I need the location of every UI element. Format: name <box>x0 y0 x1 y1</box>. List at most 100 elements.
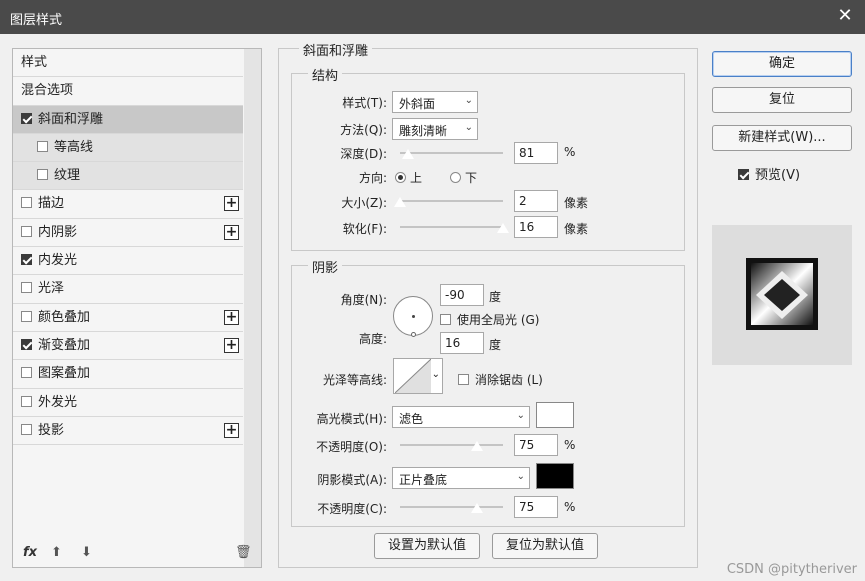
angle-input[interactable]: -90 <box>440 284 484 306</box>
soften-slider-thumb[interactable] <box>496 222 510 234</box>
contour-preview-icon <box>395 359 431 393</box>
section-title: 斜面和浮雕 <box>299 40 373 59</box>
reset-button[interactable]: 复位 <box>712 87 852 113</box>
add-icon[interactable]: + <box>224 337 239 353</box>
chevron-down-icon: ⌄ <box>516 471 525 482</box>
checkbox[interactable] <box>21 197 32 209</box>
highlight-mode-label: 高光模式(H): <box>316 412 387 426</box>
depth-input[interactable]: 81 <box>514 142 558 164</box>
shadow-opacity-thumb[interactable] <box>470 502 485 514</box>
add-icon[interactable]: + <box>224 422 239 438</box>
checkbox[interactable] <box>21 254 32 266</box>
title-bar: 图层样式 ✕ <box>0 0 865 34</box>
shading-title: 阴影 <box>308 257 343 276</box>
gloss-contour-label: 光泽等高线: <box>322 373 387 387</box>
gloss-contour-picker[interactable]: ⌄ <box>393 358 443 394</box>
size-slider-thumb[interactable] <box>393 196 407 208</box>
highlight-opacity-slider[interactable] <box>400 440 503 452</box>
checkbox[interactable] <box>21 225 32 237</box>
sidebar-item[interactable]: 渐变叠加 + <box>13 332 243 361</box>
sidebar-item[interactable]: 图案叠加 <box>13 360 243 389</box>
checkbox-off <box>440 314 451 325</box>
checkbox[interactable] <box>21 282 32 294</box>
preview-label: 预览(V) <box>755 168 801 183</box>
shadow-opacity-slider[interactable] <box>400 502 503 514</box>
altitude-label: 高度: <box>358 332 387 346</box>
ok-button[interactable]: 确定 <box>712 51 852 77</box>
sidebar-item[interactable]: 样式 <box>13 49 243 78</box>
add-icon[interactable]: + <box>224 309 239 325</box>
shadow-mode-value: 正片叠底 <box>399 473 448 487</box>
fx-icon[interactable]: fx <box>23 545 37 560</box>
sidebar-item[interactable]: 颜色叠加 + <box>13 304 243 332</box>
highlight-opacity-input[interactable]: 75 <box>514 434 558 456</box>
direction-label: 方向: <box>358 171 387 185</box>
shadow-mode-label: 阴影模式(A): <box>317 473 387 487</box>
reset-default-button[interactable]: 复位为默认值 <box>492 533 598 559</box>
highlight-opacity-label: 不透明度(O): <box>316 440 387 454</box>
sidebar-item[interactable]: 混合选项 <box>13 77 243 106</box>
watermark: CSDN @pitytheriver <box>726 562 857 577</box>
dial-knob-icon[interactable] <box>411 332 416 337</box>
shadow-opacity-input[interactable]: 75 <box>514 496 558 518</box>
altitude-input[interactable]: 16 <box>440 332 484 354</box>
soften-input[interactable]: 16 <box>514 216 558 238</box>
move-up-icon[interactable]: ⬆ <box>51 545 62 560</box>
sidebar-item[interactable]: 等高线 <box>13 133 243 163</box>
style-value: 外斜面 <box>399 97 436 111</box>
style-list-panel: 样式 混合选项 斜面和浮雕 等高线 纹理 描边 + 内阴影 + 内发光 光泽 颜色叠加 + 渐变叠加 + 图案… <box>12 48 262 568</box>
sidebar-item[interactable]: 光泽 <box>13 275 243 304</box>
highlight-mode-select[interactable]: 滤色 ⌄ <box>392 406 530 428</box>
add-icon[interactable]: + <box>224 196 239 212</box>
sidebar-item[interactable]: 斜面和浮雕 <box>13 105 243 134</box>
style-preview <box>712 225 852 365</box>
set-default-button[interactable]: 设置为默认值 <box>374 533 480 559</box>
checkbox[interactable] <box>37 140 48 152</box>
highlight-opacity-thumb[interactable] <box>470 440 485 452</box>
global-light-checkbox[interactable]: 使用全局光 (G) <box>440 311 539 328</box>
sidebar-item-label: 描边 <box>38 196 65 212</box>
shadow-color-swatch[interactable] <box>536 463 574 489</box>
sidebar-item[interactable]: 内阴影 + <box>13 219 243 248</box>
sidebar-item[interactable]: 内发光 <box>13 247 243 276</box>
style-select[interactable]: 外斜面 ⌄ <box>392 91 478 113</box>
checkbox[interactable] <box>21 338 32 350</box>
checkbox[interactable] <box>21 423 32 435</box>
move-down-icon[interactable]: ⬇ <box>81 545 92 560</box>
preview-checkbox[interactable]: 预览(V) <box>738 164 800 183</box>
global-light-label: 使用全局光 (G) <box>457 313 540 327</box>
altitude-unit: 度 <box>489 338 502 352</box>
sidebar-item[interactable]: 纹理 <box>13 162 243 191</box>
direction-down-radio[interactable]: 下 <box>450 169 477 186</box>
checkbox[interactable] <box>21 395 32 407</box>
soften-slider[interactable] <box>400 222 510 234</box>
checkbox[interactable] <box>21 112 32 124</box>
checkbox[interactable] <box>37 169 48 181</box>
sidebar-item[interactable]: 描边 + <box>13 190 243 219</box>
direction-up-radio[interactable]: 上 <box>395 169 422 186</box>
sidebar-item-label: 投影 <box>38 422 65 438</box>
shadow-mode-select[interactable]: 正片叠底 ⌄ <box>392 467 530 489</box>
angle-dial[interactable] <box>393 296 433 337</box>
size-slider[interactable] <box>393 196 503 208</box>
scrollbar[interactable] <box>244 49 261 567</box>
depth-slider-thumb[interactable] <box>401 148 416 160</box>
sidebar-item-label: 颜色叠加 <box>38 309 91 325</box>
sidebar-item[interactable]: 外发光 <box>13 389 243 417</box>
checkbox[interactable] <box>21 367 32 379</box>
size-input[interactable]: 2 <box>514 190 558 212</box>
trash-icon[interactable]: 🗑 <box>235 545 252 560</box>
sidebar-item-label: 样式 <box>21 55 48 70</box>
technique-select[interactable]: 雕刻清晰 ⌄ <box>392 118 478 140</box>
shadow-opacity-label: 不透明度(C): <box>317 502 387 516</box>
depth-slider[interactable] <box>400 148 503 160</box>
checkbox[interactable] <box>21 310 32 322</box>
antialias-checkbox[interactable]: 消除锯齿 (L) <box>458 371 543 388</box>
close-icon[interactable]: ✕ <box>835 6 855 26</box>
highlight-color-swatch[interactable] <box>536 402 574 428</box>
technique-value: 雕刻清晰 <box>399 124 448 138</box>
antialias-label: 消除锯齿 (L) <box>475 373 543 387</box>
add-icon[interactable]: + <box>224 224 239 240</box>
sidebar-item[interactable]: 投影 + <box>13 417 243 446</box>
new-style-button[interactable]: 新建样式(W)... <box>712 125 852 151</box>
